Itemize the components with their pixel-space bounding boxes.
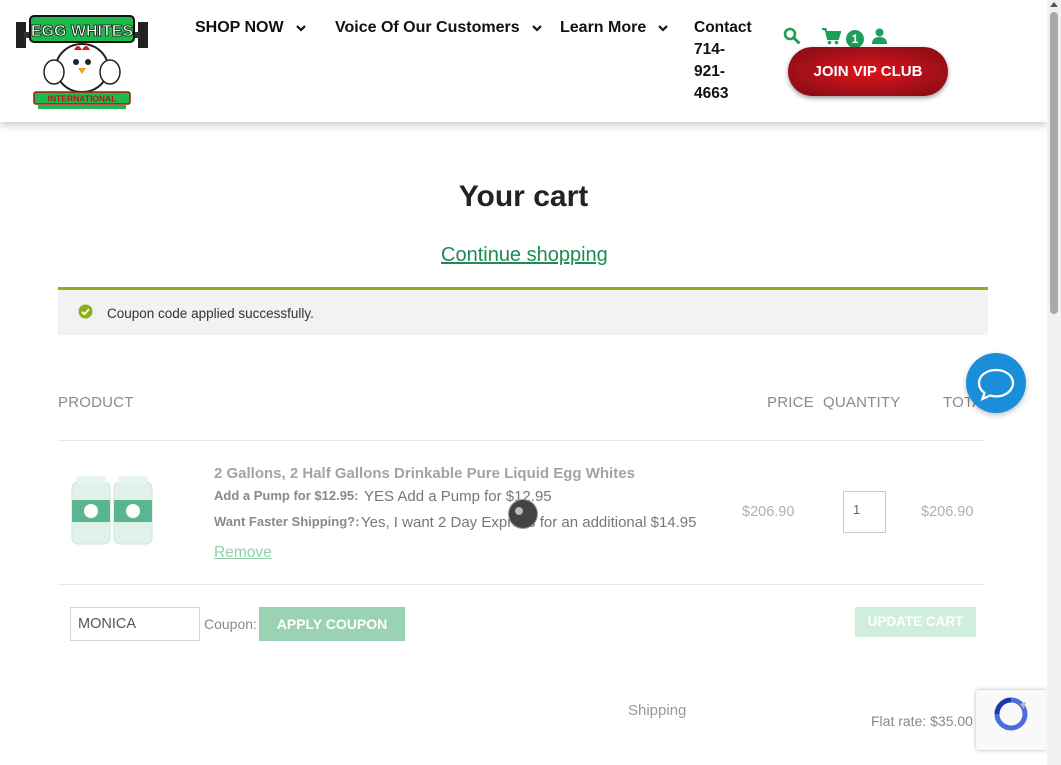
row-divider <box>58 440 984 441</box>
page-scrollbar[interactable] <box>1047 0 1061 765</box>
contact-link[interactable]: Contact 714- 921- 4663 <box>694 17 754 105</box>
chat-button[interactable] <box>966 353 1026 413</box>
item-total: $206.90 <box>921 504 974 520</box>
scroll-up-arrow-icon[interactable] <box>1050 2 1058 7</box>
column-product: PRODUCT <box>58 394 134 411</box>
coupon-label: Coupon: <box>204 616 257 632</box>
search-icon[interactable] <box>783 27 800 44</box>
page: EGG WHITES INTERNATIONAL SHOP NOW Voice … <box>0 0 1047 765</box>
coupon-success-notice: Coupon code applied successfully. <box>58 287 988 335</box>
update-cart-button[interactable]: UPDATE CART <box>855 607 976 637</box>
loading-spinner <box>509 500 537 528</box>
cart-count-badge: 1 <box>846 30 864 48</box>
chevron-down-icon <box>658 25 669 32</box>
product-name-link[interactable]: 2 Gallons, 2 Half Gallons Drinkable Pure… <box>214 465 635 482</box>
nav-learn-more-label: Learn More <box>560 19 647 36</box>
quantity-input[interactable]: 1 <box>843 491 886 533</box>
product-image[interactable] <box>68 474 156 548</box>
apply-coupon-button[interactable]: APPLY COUPON <box>259 607 405 641</box>
nav-shop-now[interactable]: SHOP NOW <box>195 19 308 37</box>
chevron-down-icon <box>531 25 542 32</box>
column-price: PRICE <box>767 394 814 411</box>
remove-item-link[interactable]: Remove <box>214 544 272 562</box>
contact-phone-2: 921- <box>694 63 726 80</box>
logo[interactable]: EGG WHITES INTERNATIONAL <box>14 10 150 112</box>
nav-learn-more[interactable]: Learn More <box>560 19 670 37</box>
recaptcha-badge <box>976 690 1047 750</box>
column-quantity: QUANTITY <box>823 394 901 411</box>
user-icon[interactable] <box>872 28 887 44</box>
site-header: EGG WHITES INTERNATIONAL SHOP NOW Voice … <box>0 0 1047 122</box>
contact-label: Contact <box>694 19 752 36</box>
contact-phone-3: 4663 <box>694 85 729 102</box>
item-price: $206.90 <box>742 504 795 520</box>
page-title: Your cart <box>458 180 589 213</box>
continue-shopping-link[interactable]: Continue shopping <box>441 244 608 267</box>
contact-phone-1: 714- <box>694 41 726 58</box>
cart-icon[interactable] <box>822 28 841 45</box>
shipping-label: Shipping <box>628 702 687 719</box>
meta-key-pump: Add a Pump for $12.95: <box>214 488 359 503</box>
logo-title: EGG WHITES <box>31 23 134 40</box>
nav-shop-now-label: SHOP NOW <box>195 19 284 36</box>
join-vip-club-button[interactable]: JOIN VIP CLUB <box>788 47 948 96</box>
meta-key-shipping: Want Faster Shipping?: <box>214 514 360 529</box>
logo-subtitle: INTERNATIONAL <box>48 94 117 104</box>
recaptcha-icon <box>994 697 1028 731</box>
shipping-rate: Flat rate: $35.00 <box>871 713 973 729</box>
chevron-down-icon <box>295 25 306 32</box>
scrollbar-thumb[interactable] <box>1050 12 1058 314</box>
check-circle-icon <box>78 304 93 319</box>
nav-voice-label: Voice Of Our Customers <box>335 19 520 36</box>
row-divider <box>58 584 984 585</box>
nav-voice-of-customers[interactable]: Voice Of Our Customers <box>335 19 544 37</box>
coupon-input[interactable]: MONICA <box>70 607 200 641</box>
notice-message: Coupon code applied successfully. <box>107 306 314 321</box>
chat-icon <box>977 368 1015 402</box>
